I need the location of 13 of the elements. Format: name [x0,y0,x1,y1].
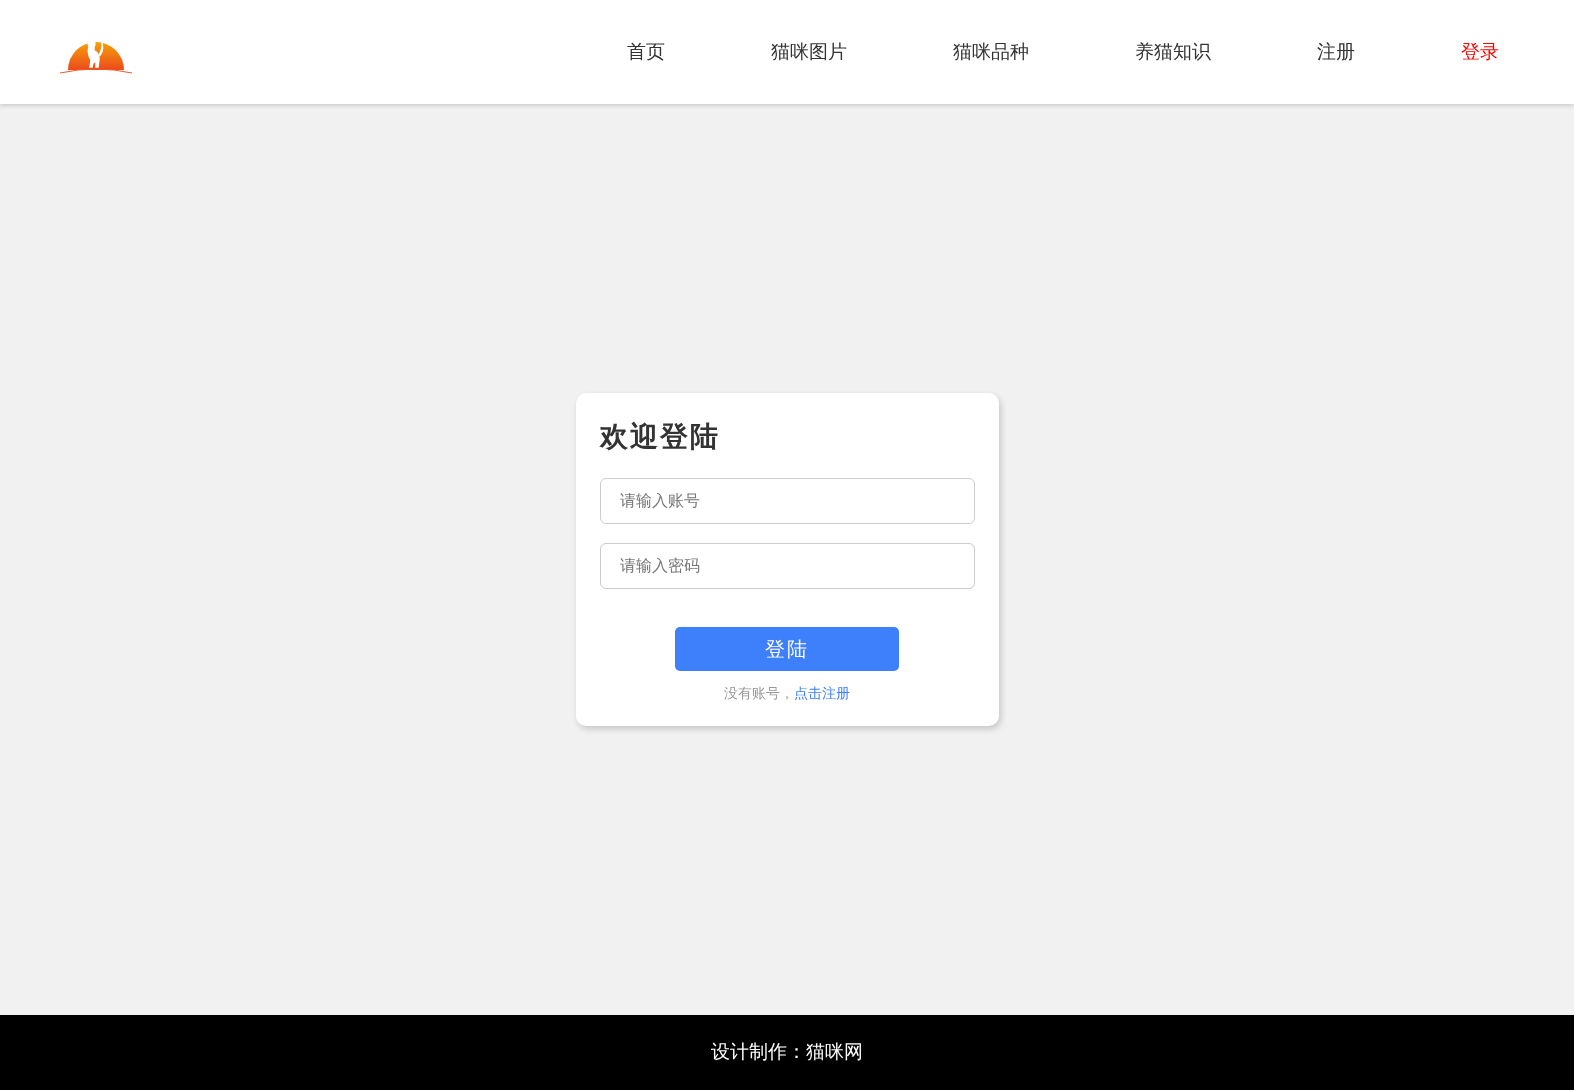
nav-link[interactable]: 首页 [627,37,665,67]
nav-link[interactable]: 猫咪品种 [953,37,1029,67]
account-input-field[interactable]: 请输入账号 [599,478,975,524]
nav-link[interactable]: 猫咪图片 [771,37,847,67]
nav-link[interactable]: 登录 [1461,37,1499,67]
nav-link[interactable]: 养猫知识 [1135,37,1211,67]
password-input-field[interactable]: 请输入密码 [599,543,975,589]
footer-text: 设计制作：猫咪网 [711,1040,863,1065]
no-account-text: 没有账号， [724,684,794,703]
register-link[interactable]: 点击注册 [794,683,850,704]
login-title: 欢迎登陆 [599,420,721,454]
login-button[interactable]: 登陆 [675,627,899,671]
nav-link[interactable]: 注册 [1317,37,1355,67]
